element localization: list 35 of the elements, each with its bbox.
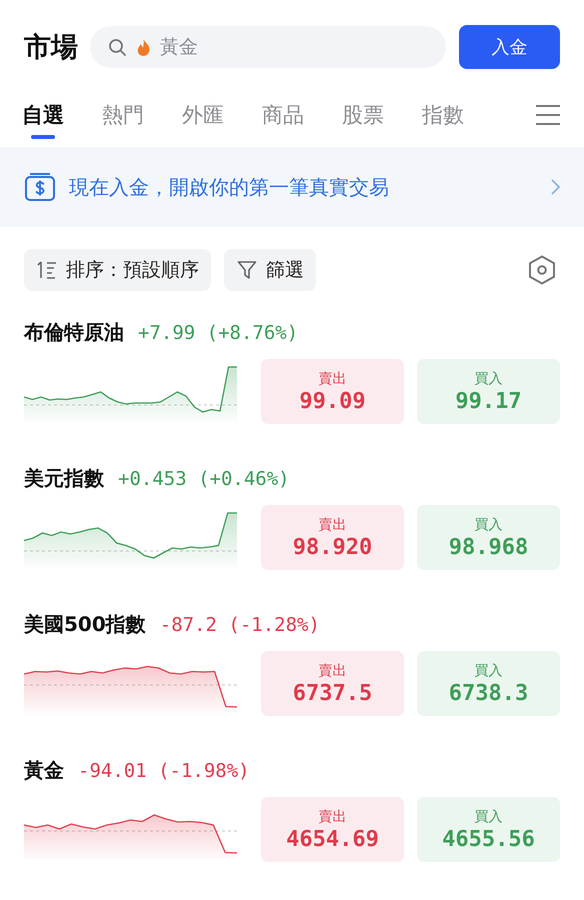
- instrument-name: 布倫特原油: [24, 319, 124, 346]
- settings-icon[interactable]: [528, 255, 556, 285]
- instrument-name: 美元指數: [24, 465, 104, 492]
- tab[interactable]: 股票: [342, 100, 384, 140]
- sell-button[interactable]: 賣出 4654.69: [261, 797, 404, 862]
- deposit-button[interactable]: 入金: [459, 25, 560, 69]
- sort-button[interactable]: 排序：預設順序: [24, 249, 211, 291]
- menu-icon[interactable]: [536, 105, 560, 125]
- sell-button[interactable]: 賣出 98.920: [261, 505, 404, 570]
- buy-button[interactable]: 買入 4655.56: [417, 797, 560, 862]
- buy-button[interactable]: 買入 99.17: [417, 359, 560, 424]
- price-change: +0.453 (+0.46%): [118, 468, 290, 490]
- tab[interactable]: 指數: [422, 100, 464, 140]
- chevron-right-icon: [551, 179, 560, 195]
- buy-button[interactable]: 買入 98.968: [417, 505, 560, 570]
- price-change: -94.01 (-1.98%): [78, 760, 250, 782]
- sort-icon: [37, 261, 57, 279]
- search-icon: [108, 38, 127, 57]
- price-change: -87.2 (-1.28%): [160, 614, 320, 636]
- tab[interactable]: 熱門: [102, 100, 144, 140]
- search-field[interactable]: 黃金: [90, 26, 446, 68]
- buy-button[interactable]: 買入 6738.3: [417, 651, 560, 716]
- flame-icon: [137, 39, 150, 56]
- tab[interactable]: 自選: [22, 100, 64, 140]
- price-change: +7.99 (+8.76%): [138, 322, 298, 344]
- tab[interactable]: 商品: [262, 100, 304, 140]
- funnel-icon: [237, 260, 257, 280]
- sell-button[interactable]: 賣出 99.09: [261, 359, 404, 424]
- instrument-name: 黃金: [24, 757, 64, 784]
- instrument-name: 美國500指數: [24, 611, 146, 638]
- sell-button[interactable]: 賣出 6737.5: [261, 651, 404, 716]
- filter-button[interactable]: 篩選: [224, 249, 316, 291]
- page-title: 市場: [24, 31, 78, 65]
- dollar-card-icon: [25, 173, 55, 201]
- tab[interactable]: 外匯: [182, 100, 224, 140]
